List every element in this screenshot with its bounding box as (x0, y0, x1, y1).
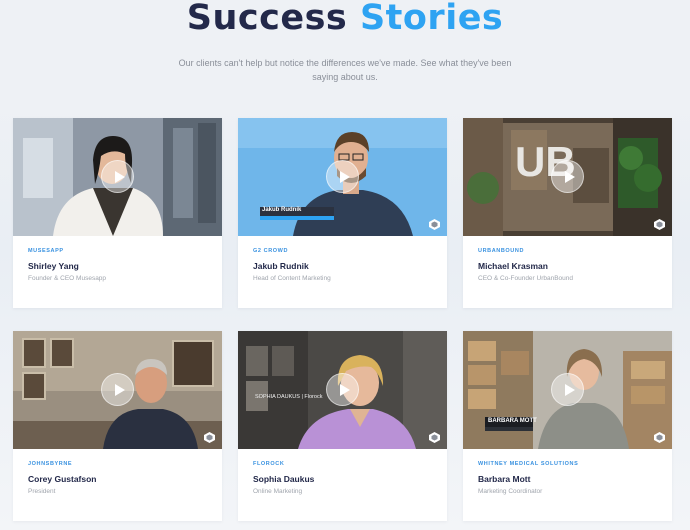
video-thumbnail[interactable]: BARBARA MOTT (463, 331, 672, 449)
story-card-corey-gustafson[interactable]: JOHNSBYRNE Corey Gustafson President (13, 331, 222, 521)
video-thumbnail[interactable]: Jakub Rudnik (238, 118, 447, 236)
story-card-sophia-daukus[interactable]: SOPHIA DAUKUS | Florock FLOROCK Sophia D… (238, 331, 447, 521)
person-name: Michael Krasman (478, 261, 548, 271)
video-thumbnail[interactable]: SOPHIA DAUKUS | Florock (238, 331, 447, 449)
brand-badge-icon (429, 432, 440, 443)
person-role: Online Marketing (253, 488, 303, 495)
play-icon[interactable] (326, 373, 359, 406)
play-icon[interactable] (326, 160, 359, 193)
brand-badge-icon (429, 219, 440, 230)
person-name: Sophia Daukus (253, 474, 315, 484)
company-label: FLOROCK (253, 461, 285, 467)
person-role: CEO & Co-Founder UrbanBound (478, 275, 574, 282)
page-title: Success Stories (0, 0, 690, 38)
video-thumbnail[interactable] (13, 331, 222, 449)
person-role: Founder & CEO Musesapp (28, 275, 107, 282)
company-label: WHITNEY MEDICAL SOLUTIONS (478, 461, 579, 467)
story-card-barbara-mott[interactable]: BARBARA MOTT WHITNEY MEDICAL SOLUTIONS B… (463, 331, 672, 521)
brand-badge-icon (654, 432, 665, 443)
person-name: Shirley Yang (28, 261, 79, 271)
video-thumbnail[interactable]: UB (463, 118, 672, 236)
company-label: MUSESAPP (28, 248, 64, 254)
brand-badge-icon (204, 432, 215, 443)
story-card-shirley-yang[interactable]: MUSESAPP Shirley Yang Founder & CEO Muse… (13, 118, 222, 308)
play-icon[interactable] (551, 373, 584, 406)
brand-badge-icon (654, 219, 665, 230)
play-icon[interactable] (101, 160, 134, 193)
person-role: President (28, 488, 56, 495)
story-card-jakub-rudnik[interactable]: Jakub Rudnik G2 CROWD Jakub Rudnik Head … (238, 118, 447, 308)
company-label: G2 CROWD (253, 248, 289, 254)
title-word-stories: Stories (359, 0, 504, 38)
play-icon[interactable] (551, 160, 584, 193)
page-subtitle: Our clients can't help but notice the di… (178, 58, 512, 82)
title-word-success: Success (186, 0, 348, 38)
play-icon[interactable] (101, 373, 134, 406)
person-name: Corey Gustafson (28, 474, 97, 484)
person-role: Marketing Coordinator (478, 488, 543, 495)
company-label: JOHNSBYRNE (28, 461, 73, 467)
video-caption: Jakub Rudnik (262, 207, 302, 213)
person-name: Barbara Mott (478, 474, 531, 484)
story-card-michael-krasman[interactable]: UB URBANBOUND Michael Krasman CEO & Co-F… (463, 118, 672, 308)
video-thumbnail[interactable] (13, 118, 222, 236)
person-role: Head of Content Marketing (253, 275, 331, 282)
company-label: URBANBOUND (478, 248, 525, 254)
video-caption: SOPHIA DAUKUS | Florock (255, 394, 323, 400)
video-caption: BARBARA MOTT (488, 418, 537, 424)
person-name: Jakub Rudnik (253, 261, 309, 271)
